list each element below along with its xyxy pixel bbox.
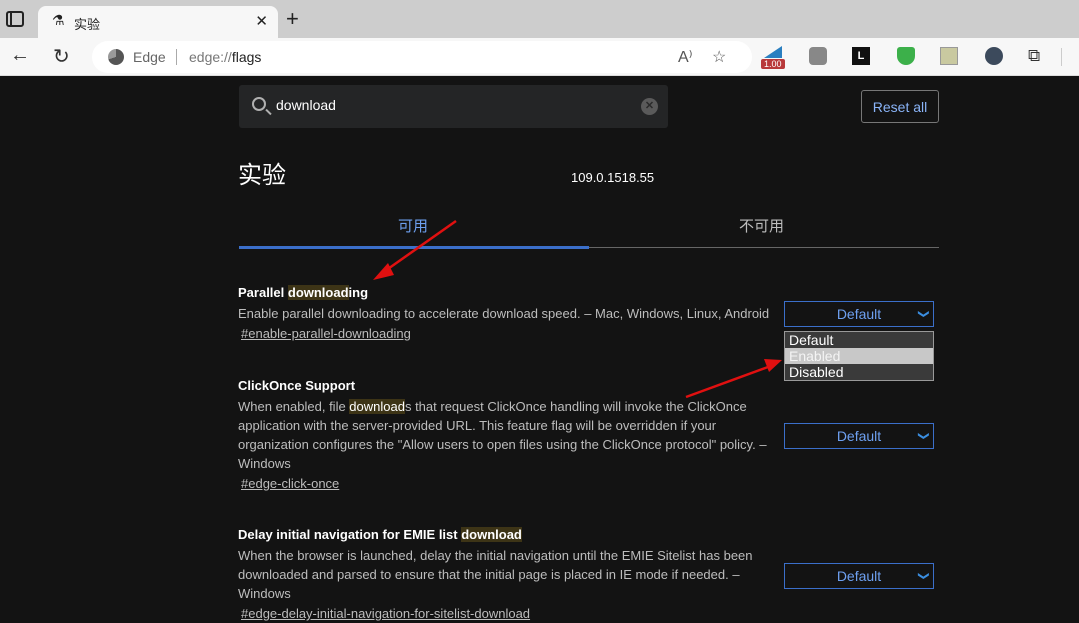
dropdown-option-default[interactable]: Default xyxy=(785,332,933,348)
flag-name-text: Delay initial navigation for EMIE list xyxy=(238,527,462,542)
url-path: flags xyxy=(231,49,262,65)
flag-tabs: 可用 不可用 xyxy=(239,205,939,249)
address-bar[interactable]: Edge edge://flags A⁾ ☆ xyxy=(92,41,752,73)
flag-name-text: Parallel xyxy=(238,285,288,300)
select-value: Default xyxy=(836,428,882,444)
url-prefix: edge:// xyxy=(189,49,232,65)
select-value: Default xyxy=(836,568,882,584)
select-value: Default xyxy=(836,306,882,322)
url-text[interactable]: edge://flags xyxy=(189,49,261,65)
active-tab-indicator xyxy=(239,246,589,249)
annotation-arrowhead-1 xyxy=(373,263,394,280)
extension-image-icon[interactable] xyxy=(940,47,958,65)
dropdown-option-disabled[interactable]: Disabled xyxy=(785,364,933,380)
desc-text: When enabled, file xyxy=(238,399,350,414)
back-icon[interactable]: ← xyxy=(10,44,30,67)
extension-ghost-icon[interactable] xyxy=(809,47,827,65)
flag-name: Parallel downloading xyxy=(238,284,778,302)
flag-select-parallel-downloading[interactable]: Default ❯ xyxy=(784,301,934,327)
tab-strip: ⚗ 实验 ✕ + xyxy=(0,0,1079,38)
extensions-puzzle-icon[interactable]: ⧉ xyxy=(1028,47,1046,65)
page-title: 实验 xyxy=(238,162,286,189)
flag-description: Enable parallel downloading to accelerat… xyxy=(238,306,770,321)
flag-select-delay-emie[interactable]: Default ❯ xyxy=(784,563,934,589)
flag-description: When enabled, file downloads that reques… xyxy=(238,397,778,473)
add-favorite-icon[interactable]: ☆ xyxy=(712,47,726,67)
search-highlight: download xyxy=(287,285,349,300)
flag-anchor-link[interactable]: #edge-delay-initial-navigation-for-sitel… xyxy=(241,606,530,621)
flag-parallel-downloading: Parallel downloading Enable parallel dow… xyxy=(238,284,778,343)
new-tab-button[interactable]: + xyxy=(286,6,299,32)
dropdown-option-enabled[interactable]: Enabled xyxy=(785,348,933,364)
extension-badge: 1.00 xyxy=(761,59,785,69)
flag-description: When the browser is launched, delay the … xyxy=(238,548,753,601)
flag-dropdown-list: Default Enabled Disabled xyxy=(784,331,934,381)
read-aloud-icon[interactable]: A⁾ xyxy=(678,47,693,67)
flag-name-text: ing xyxy=(348,285,369,300)
refresh-icon[interactable]: ↻ xyxy=(53,44,70,69)
extension-shield-icon[interactable] xyxy=(897,47,915,65)
chevron-down-icon: ❯ xyxy=(917,571,930,581)
edge-label: Edge xyxy=(133,49,166,65)
flags-search-box: ✕ xyxy=(239,85,668,128)
search-icon xyxy=(252,97,266,111)
browser-tab[interactable]: ⚗ 实验 ✕ xyxy=(38,6,278,38)
flag-select-clickonce[interactable]: Default ❯ xyxy=(784,423,934,449)
version-label: 109.0.1518.55 xyxy=(571,170,655,185)
tab-available[interactable]: 可用 xyxy=(398,215,428,236)
flag-anchor-link[interactable]: #enable-parallel-downloading xyxy=(241,326,411,341)
flag-delay-emie-navigation: Delay initial navigation for EMIE list d… xyxy=(238,526,778,623)
search-highlight: download xyxy=(461,527,522,542)
extension-spy-icon[interactable] xyxy=(985,47,1003,65)
search-input[interactable] xyxy=(276,97,636,113)
chevron-down-icon: ❯ xyxy=(917,309,930,319)
flag-name: Delay initial navigation for EMIE list d… xyxy=(238,526,778,544)
toolbar-separator xyxy=(1061,48,1062,66)
flag-name: ClickOnce Support xyxy=(238,378,356,393)
tab-actions-icon[interactable] xyxy=(6,11,24,27)
chevron-down-icon: ❯ xyxy=(917,431,930,441)
tab-unavailable[interactable]: 不可用 xyxy=(739,215,784,236)
flask-icon: ⚗ xyxy=(52,12,65,28)
extension-speed-icon[interactable] xyxy=(764,46,782,58)
separator xyxy=(176,49,177,65)
close-tab-icon[interactable]: ✕ xyxy=(255,12,268,30)
clear-search-icon[interactable]: ✕ xyxy=(641,98,658,115)
reset-all-button[interactable]: Reset all xyxy=(861,90,939,123)
flag-clickonce-support: ClickOnce Support When enabled, file dow… xyxy=(238,377,778,493)
search-highlight: download xyxy=(349,399,405,414)
tab-title: 实验 xyxy=(74,17,101,32)
edge-logo-icon xyxy=(108,49,124,65)
annotation-arrowhead-2 xyxy=(764,359,782,372)
flag-anchor-link[interactable]: #edge-click-once xyxy=(241,476,339,491)
extension-l-icon[interactable]: L xyxy=(852,47,870,65)
browser-toolbar: ← ↻ Edge edge://flags A⁾ ☆ L ⧉ xyxy=(0,38,1079,76)
